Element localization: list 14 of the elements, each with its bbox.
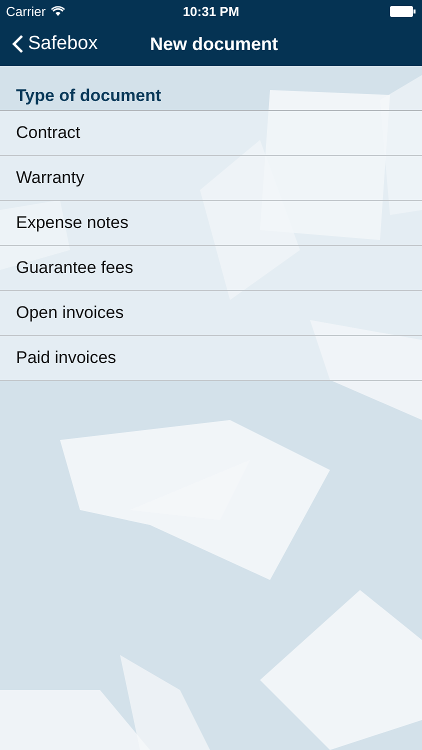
document-type-item[interactable]: Guarantee fees bbox=[0, 246, 422, 291]
section-header: Type of document bbox=[15, 85, 162, 107]
document-type-item[interactable]: Expense notes bbox=[0, 201, 422, 246]
document-type-item[interactable]: Contract bbox=[0, 111, 422, 156]
back-button[interactable]: Safebox bbox=[8, 33, 102, 55]
battery-icon bbox=[390, 6, 416, 16]
screen-title: New document bbox=[150, 34, 278, 54]
document-type-item[interactable]: Paid invoices bbox=[0, 336, 422, 381]
document-type-item[interactable]: Warranty bbox=[0, 156, 422, 201]
status-time: 10:31 PM bbox=[182, 4, 240, 18]
carrier-name: Carrier bbox=[6, 4, 46, 18]
document-type-item[interactable]: Open invoices bbox=[0, 291, 422, 336]
wifi-icon bbox=[50, 6, 65, 16]
chevron-left-icon bbox=[12, 34, 24, 54]
